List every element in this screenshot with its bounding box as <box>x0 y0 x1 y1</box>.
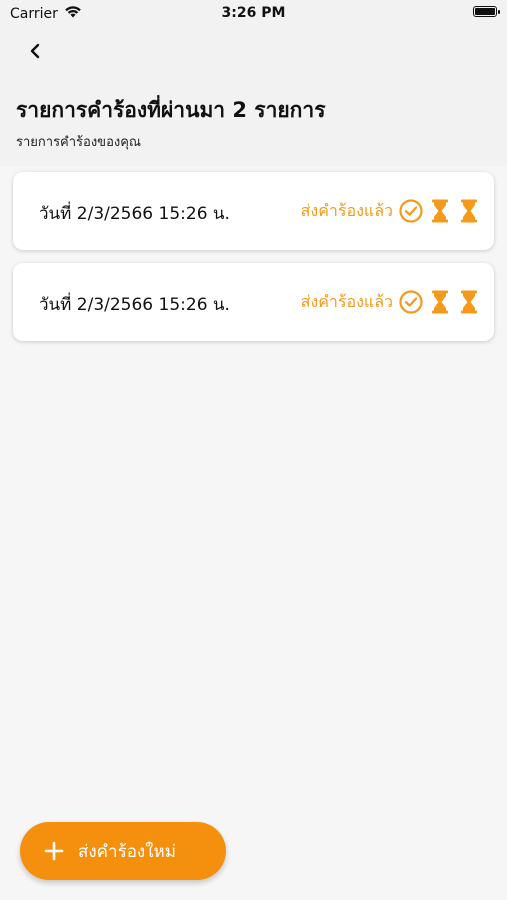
request-status-label: ส่งคำร้องแล้ว <box>300 200 393 220</box>
request-list: วันที่ 2/3/2566 15:26 น. ส่งคำร้องแล้ว ว… <box>13 172 494 354</box>
plus-icon <box>42 839 66 863</box>
request-status-label: ส่งคำร้องแล้ว <box>300 291 393 311</box>
request-card[interactable]: วันที่ 2/3/2566 15:26 น. ส่งคำร้องแล้ว <box>13 172 494 250</box>
request-card[interactable]: วันที่ 2/3/2566 15:26 น. ส่งคำร้องแล้ว <box>13 263 494 341</box>
hourglass-icon <box>427 289 453 315</box>
chevron-left-icon <box>30 43 40 59</box>
new-request-button[interactable]: ส่งคำร้องใหม่ <box>20 822 226 880</box>
page-title: รายการคำร้องที่ผ่านมา 2 รายการ <box>16 98 326 122</box>
hourglass-icon <box>456 289 482 315</box>
header: รายการคำร้องที่ผ่านมา 2 รายการ รายการคำร… <box>0 28 507 166</box>
battery-icon <box>473 6 500 17</box>
back-button[interactable] <box>20 36 50 66</box>
request-date: วันที่ 2/3/2566 15:26 น. <box>39 295 230 315</box>
status-bar: Carrier 3:26 PM <box>0 0 507 28</box>
check-circle-icon <box>398 198 424 224</box>
new-request-label: ส่งคำร้องใหม่ <box>78 841 176 862</box>
hourglass-icon <box>456 198 482 224</box>
request-status: ส่งคำร้องแล้ว <box>301 289 482 315</box>
status-right <box>473 6 500 17</box>
check-circle-icon <box>398 289 424 315</box>
page-subtitle: รายการคำร้องของคุณ <box>16 135 141 150</box>
status-time: 3:26 PM <box>221 5 286 21</box>
hourglass-icon <box>427 198 453 224</box>
request-date: วันที่ 2/3/2566 15:26 น. <box>39 204 230 224</box>
request-status: ส่งคำร้องแล้ว <box>301 198 482 224</box>
